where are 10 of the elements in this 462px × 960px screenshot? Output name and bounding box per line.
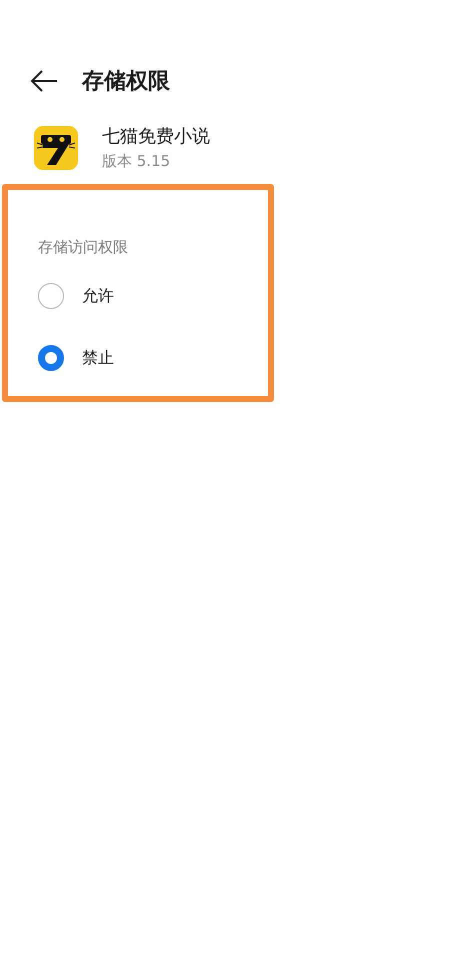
app-name: 七猫免费小说 xyxy=(102,125,210,150)
app-icon xyxy=(34,126,78,170)
section-title: 存储访问权限 xyxy=(38,237,129,258)
option-label[interactable]: 允许 xyxy=(82,284,114,308)
back-icon[interactable] xyxy=(30,70,58,92)
radio-button[interactable] xyxy=(38,344,64,370)
app-version: 版本 5.15 xyxy=(102,151,172,172)
page-title: 存储权限 xyxy=(82,68,170,96)
radio-button[interactable] xyxy=(38,282,64,308)
option-label[interactable]: 禁止 xyxy=(82,346,114,370)
